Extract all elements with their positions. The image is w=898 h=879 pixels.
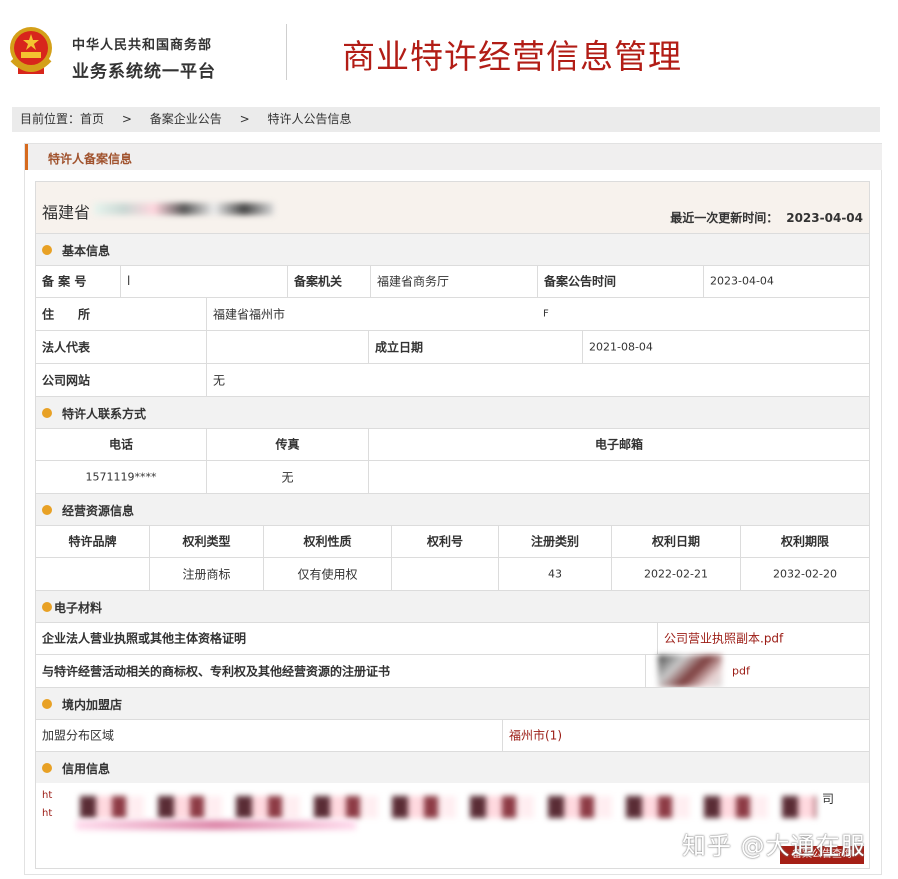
franchisor-panel: 特许人备案信息 福建省 最近一次更新时间： 2023-04-04 基本信息 备 案… bbox=[24, 143, 882, 875]
record-org-value: 福建省商务厅 bbox=[377, 274, 450, 289]
resources-data-row: 注册商标 仅有使用权 43 2022-02-21 2032-02-20 bbox=[36, 558, 869, 591]
resource-cell: 仅有使用权 bbox=[297, 567, 358, 582]
bullet-icon bbox=[42, 602, 52, 612]
region-link[interactable]: 福州市(1) bbox=[509, 727, 562, 744]
company-name: 福建省 bbox=[42, 199, 274, 223]
system-title: 商业特许经营信息管理 bbox=[342, 37, 682, 76]
section-title: 基本信息 bbox=[62, 244, 111, 258]
redacted-block bbox=[658, 655, 722, 687]
website-label: 公司网站 bbox=[42, 373, 91, 388]
breadcrumb-separator: > bbox=[121, 112, 132, 126]
header-divider bbox=[286, 24, 287, 80]
watermark: 知乎 @大通在服 bbox=[682, 832, 866, 860]
panel-header: 特许人备案信息 bbox=[25, 144, 882, 170]
legal-rep-label: 法人代表 bbox=[42, 340, 91, 355]
founded-value: 2021-08-04 bbox=[589, 340, 653, 354]
contact-header: 传真 bbox=[275, 437, 300, 452]
panel-title: 特许人备案信息 bbox=[48, 152, 133, 166]
contact-header: 电子邮箱 bbox=[594, 437, 643, 452]
resource-header: 权利性质 bbox=[303, 534, 352, 549]
section-title: 经营资源信息 bbox=[62, 504, 135, 518]
material-label: 与特许经营活动相关的商标权、专利权及其他经营资源的注册证书 bbox=[42, 664, 391, 679]
last-update: 最近一次更新时间： 2023-04-04 bbox=[670, 211, 863, 225]
announce-time-label: 备案公告时间 bbox=[544, 274, 617, 289]
contact-header-row: 电话 传真 电子邮箱 bbox=[36, 428, 869, 461]
material-row: 与特许经营活动相关的商标权、专利权及其他经营资源的注册证书 pdf bbox=[36, 655, 869, 688]
org-name-line2: 业务系统统一平台 bbox=[72, 62, 216, 82]
record-org-label: 备案机关 bbox=[294, 274, 343, 289]
org-name-line1: 中华人民共和国商务部 bbox=[72, 38, 213, 53]
stores-row: 加盟分布区域 福州市(1) bbox=[36, 719, 869, 752]
resource-header: 权利号 bbox=[426, 534, 463, 549]
section-contact: 特许人联系方式 bbox=[36, 396, 869, 429]
breadcrumb: 目前位置：首页 > 备案企业公告 > 特许人公告信息 bbox=[12, 107, 880, 132]
section-credit: 信用信息 bbox=[36, 751, 869, 783]
material-row: 企业法人营业执照或其他主体资格证明 公司营业执照副本.pdf bbox=[36, 622, 869, 655]
resources-header-row: 特许品牌 权利类型 权利性质 权利号 注册类别 权利日期 权利期限 bbox=[36, 525, 869, 558]
section-title: 特许人联系方式 bbox=[62, 407, 147, 421]
credit-link-line1[interactable]: ht bbox=[42, 790, 52, 801]
resource-cell: 2022-02-21 bbox=[644, 567, 708, 581]
site-header: 中华人民共和国商务部 业务系统统一平台 商业特许经营信息管理 bbox=[0, 0, 898, 100]
resource-header: 注册类别 bbox=[530, 534, 579, 549]
section-basic-info: 基本信息 bbox=[36, 233, 869, 266]
record-row: 备 案 号 l 备案机关 福建省商务厅 备案公告时间 2023-04-04 bbox=[36, 265, 869, 298]
resource-cell: 43 bbox=[548, 567, 562, 581]
website-row: 公司网站 无 bbox=[36, 364, 869, 397]
section-stores: 境内加盟店 bbox=[36, 687, 869, 720]
resource-cell: 注册商标 bbox=[182, 567, 231, 582]
resource-cell: 2032-02-20 bbox=[773, 567, 837, 581]
section-title: 境内加盟店 bbox=[62, 698, 123, 712]
legal-rep-row: 法人代表 成立日期 2021-08-04 bbox=[36, 331, 869, 364]
phone-value: 1571119**** bbox=[85, 470, 157, 484]
address-label: 住 所 bbox=[42, 307, 91, 322]
resource-header: 权利类型 bbox=[182, 534, 231, 549]
address-value: 福建省福州市 bbox=[213, 307, 286, 322]
franchisor-card: 福建省 最近一次更新时间： 2023-04-04 基本信息 备 案 号 l 备案机… bbox=[35, 181, 870, 869]
section-title: 电子材料 bbox=[54, 601, 103, 615]
fax-value: 无 bbox=[281, 470, 294, 485]
material-file-link[interactable]: pdf bbox=[732, 665, 750, 678]
breadcrumb-current: 特许人公告信息 bbox=[267, 112, 352, 126]
record-no-label: 备 案 号 bbox=[42, 274, 87, 289]
company-title-bar: 福建省 最近一次更新时间： 2023-04-04 bbox=[36, 182, 869, 234]
bullet-icon bbox=[42, 245, 52, 255]
national-emblem-icon bbox=[10, 27, 52, 74]
credit-link-line2[interactable]: ht bbox=[42, 808, 52, 819]
material-label: 企业法人营业执照或其他主体资格证明 bbox=[42, 631, 247, 646]
redacted-block bbox=[66, 796, 816, 818]
bullet-icon bbox=[42, 763, 52, 773]
resource-header: 特许品牌 bbox=[68, 534, 117, 549]
address-tail: F bbox=[543, 308, 549, 320]
credit-line1-suffix: 司 bbox=[822, 792, 835, 806]
announce-time-value: 2023-04-04 bbox=[710, 274, 774, 288]
founded-label: 成立日期 bbox=[375, 340, 424, 355]
breadcrumb-prefix: 目前位置： bbox=[20, 112, 81, 126]
breadcrumb-home[interactable]: 首页 bbox=[80, 107, 104, 132]
record-no-value: l bbox=[127, 274, 131, 288]
bullet-icon bbox=[42, 699, 52, 709]
redacted-block bbox=[76, 820, 356, 830]
material-file-link[interactable]: 公司营业执照副本.pdf bbox=[664, 630, 783, 647]
website-value: 无 bbox=[213, 373, 226, 388]
contact-header: 电话 bbox=[108, 437, 133, 452]
address-row: 住 所 福建省福州市 F bbox=[36, 298, 869, 331]
bullet-icon bbox=[42, 408, 52, 418]
contact-value-row: 1571119**** 无 bbox=[36, 461, 869, 494]
resource-header: 权利期限 bbox=[780, 534, 829, 549]
section-materials: 电子材料 bbox=[36, 590, 869, 623]
region-label: 加盟分布区域 bbox=[42, 728, 115, 743]
breadcrumb-filing-announcements[interactable]: 备案企业公告 bbox=[150, 107, 222, 132]
breadcrumb-separator: > bbox=[239, 112, 250, 126]
section-resources: 经营资源信息 bbox=[36, 493, 869, 526]
section-title: 信用信息 bbox=[62, 762, 111, 776]
bullet-icon bbox=[42, 505, 52, 515]
resource-header: 权利日期 bbox=[651, 534, 700, 549]
